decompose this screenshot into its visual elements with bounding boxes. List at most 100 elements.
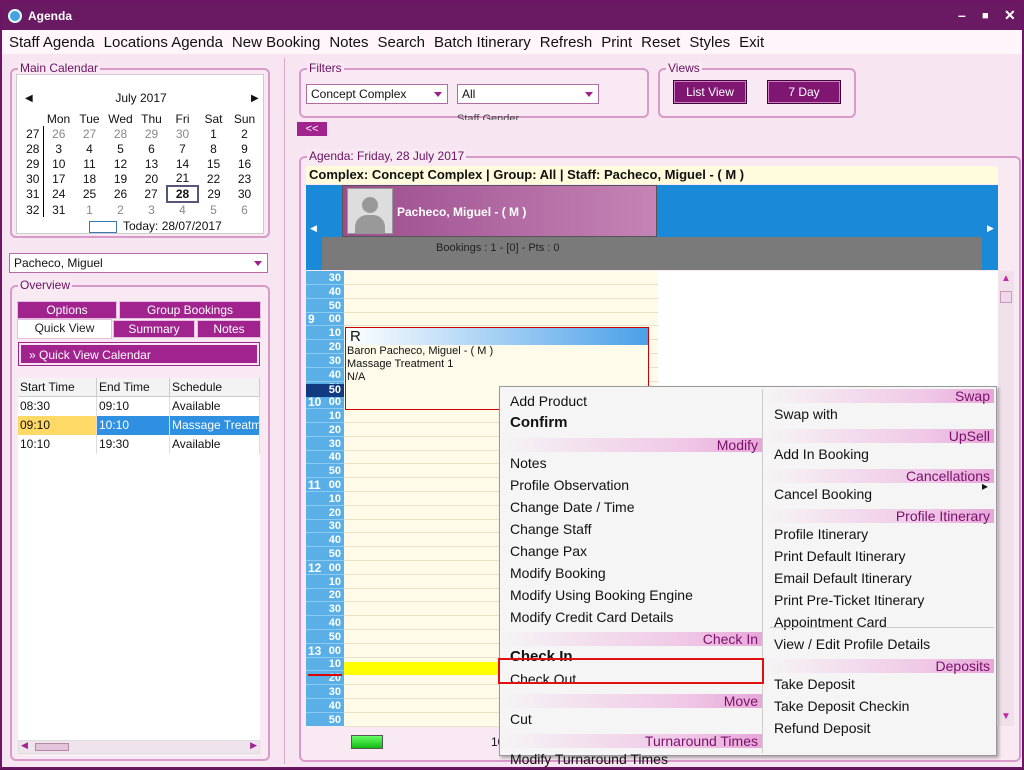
table-row[interactable]: 10:10 19:30 Available	[18, 435, 260, 454]
calendar-day[interactable]: 17	[43, 171, 74, 186]
menu-item[interactable]: Batch Itinerary	[434, 34, 531, 51]
menu-item-add-product[interactable]: Add Product	[510, 390, 587, 412]
scroll-up-icon[interactable]: ▲	[1001, 273, 1011, 284]
calendar-day[interactable]: 18	[74, 171, 105, 186]
calendar-day[interactable]: 11	[74, 156, 105, 171]
menu-item-view-edit-profile-details[interactable]: View / Edit Profile Details	[774, 633, 930, 655]
calendar-day[interactable]: 29	[136, 126, 167, 141]
menu-item-modify-credit-card-details[interactable]: Modify Credit Card Details	[510, 606, 673, 628]
tab-group-bookings[interactable]: Group Bookings	[119, 301, 261, 319]
calendar-day[interactable]: 20	[136, 171, 167, 186]
calendar-day[interactable]: 9	[229, 141, 260, 156]
calendar-day[interactable]: 1	[198, 126, 229, 141]
calendar-day[interactable]: 21	[167, 171, 198, 186]
complex-select[interactable]: Concept Complex	[306, 84, 448, 104]
next-staff-button[interactable]: ▶	[982, 185, 998, 270]
calendar-day[interactable]: 8	[198, 141, 229, 156]
menu-item-profile-observation[interactable]: Profile Observation	[510, 474, 629, 496]
calendar-day[interactable]: 3	[136, 202, 167, 217]
calendar-day[interactable]: 30	[229, 186, 260, 202]
menu-item[interactable]: Print	[601, 34, 632, 51]
menu-item-change-staff[interactable]: Change Staff	[510, 518, 591, 540]
scroll-left-icon[interactable]: ◀	[21, 740, 28, 751]
table-row[interactable]: 09:10 10:10 Massage Treatm	[18, 416, 260, 435]
menu-item-cancel-booking[interactable]: Cancel Booking	[774, 483, 872, 505]
collapse-panel-button[interactable]: <<	[297, 122, 327, 136]
menu-item[interactable]: Notes	[329, 34, 368, 51]
staff-select[interactable]: Pacheco, Miguel	[9, 253, 268, 273]
menu-item-modify-turnaround-times[interactable]: Modify Turnaround Times	[510, 748, 668, 770]
seven-day-button[interactable]: 7 Day	[767, 80, 841, 104]
menu-item-confirm[interactable]: Confirm	[510, 412, 568, 434]
scroll-right-icon[interactable]: ▶	[250, 740, 257, 751]
staff-card[interactable]: Pacheco, Miguel - ( M )	[342, 185, 657, 237]
quick-view-calendar-button[interactable]: » Quick View Calendar	[18, 342, 260, 366]
calendar-day[interactable]: 5	[105, 141, 136, 156]
tab-summary[interactable]: Summary	[113, 320, 195, 338]
calendar-day[interactable]: 2	[105, 202, 136, 217]
calendar-day[interactable]: 2	[229, 126, 260, 141]
scrollbar-thumb[interactable]	[1000, 291, 1012, 303]
scrollbar-thumb[interactable]	[35, 743, 69, 751]
column-header[interactable]: End Time	[97, 378, 170, 396]
menu-item[interactable]: Search	[378, 34, 426, 51]
tab-options[interactable]: Options	[17, 301, 117, 319]
tab-notes[interactable]: Notes	[197, 320, 261, 338]
menu-item[interactable]: Exit	[739, 34, 764, 51]
calendar-day[interactable]: 19	[105, 171, 136, 186]
column-header[interactable]: Schedule	[170, 378, 260, 396]
calendar-day[interactable]: 26	[105, 186, 136, 202]
menu-item[interactable]: Reset	[641, 34, 680, 51]
close-icon[interactable]: ✕	[1004, 7, 1016, 24]
tab-quick-view[interactable]: Quick View	[17, 319, 112, 339]
maximize-icon[interactable]: ■	[982, 10, 989, 22]
menu-item-print-pre-ticket-itinerary[interactable]: Print Pre-Ticket Itinerary	[774, 589, 924, 611]
menu-item-appointment-card[interactable]: Appointment Card	[774, 611, 887, 633]
list-view-button[interactable]: List View	[673, 80, 747, 104]
calendar-day[interactable]: 6	[136, 141, 167, 156]
calendar-day[interactable]: 3	[43, 141, 74, 156]
menu-item[interactable]: New Booking	[232, 34, 320, 51]
scroll-down-icon[interactable]: ▼	[1001, 711, 1011, 722]
prev-staff-button[interactable]: ◀	[306, 185, 322, 270]
calendar-day[interactable]: 10	[43, 156, 74, 171]
calendar-day[interactable]: 4	[74, 141, 105, 156]
menu-item-modify-booking[interactable]: Modify Booking	[510, 562, 606, 584]
calendar-day[interactable]: 28	[166, 185, 199, 203]
horizontal-scrollbar[interactable]: ◀ ▶	[18, 740, 260, 754]
next-month-icon[interactable]: ▶	[251, 93, 259, 104]
table-row[interactable]: 08:30 09:10 Available	[18, 397, 260, 416]
group-select[interactable]: All	[457, 84, 599, 104]
calendar-day[interactable]: 6	[229, 202, 260, 217]
calendar-day[interactable]: 29	[198, 186, 229, 202]
calendar-day[interactable]: 7	[167, 141, 198, 156]
calendar-day[interactable]: 16	[229, 156, 260, 171]
menu-item-add-in-booking[interactable]: Add In Booking	[774, 443, 869, 465]
calendar-day[interactable]: 23	[229, 171, 260, 186]
calendar-day[interactable]: 30	[167, 126, 198, 141]
calendar-day[interactable]: 4	[167, 202, 198, 217]
menu-item-refund-deposit[interactable]: Refund Deposit	[774, 717, 871, 739]
calendar-day[interactable]: 13	[136, 156, 167, 171]
menu-item-change-date-time[interactable]: Change Date / Time	[510, 496, 635, 518]
minimize-icon[interactable]: –	[958, 7, 966, 23]
menu-item[interactable]: Refresh	[540, 34, 593, 51]
menu-item-cut[interactable]: Cut	[510, 708, 532, 730]
calendar-day[interactable]: 27	[136, 186, 167, 202]
menu-item-swap-with[interactable]: Swap with	[774, 403, 838, 425]
calendar-day[interactable]: 25	[74, 186, 105, 202]
calendar-day[interactable]: 26	[43, 126, 74, 141]
calendar-day[interactable]: 5	[198, 202, 229, 217]
calendar-day[interactable]: 12	[105, 156, 136, 171]
menu-item[interactable]: Staff Agenda	[9, 34, 95, 51]
calendar-day[interactable]: 1	[74, 202, 105, 217]
menu-item-take-deposit[interactable]: Take Deposit	[774, 673, 855, 695]
menu-item-profile-itinerary[interactable]: Profile Itinerary	[774, 523, 868, 545]
calendar-day[interactable]: 14	[167, 156, 198, 171]
menu-item-email-default-itinerary[interactable]: Email Default Itinerary	[774, 567, 912, 589]
vertical-scrollbar[interactable]: ▲ ▼	[998, 271, 1014, 726]
calendar-day[interactable]: 31	[43, 202, 74, 217]
calendar-day[interactable]: 28	[105, 126, 136, 141]
calendar-grid[interactable]: Mon Tue Wed Thu Fri Sat Sun 27 26 27 28 29 30 1 2 28 3 4 5…	[23, 111, 261, 217]
menu-item-modify-using-booking-engine[interactable]: Modify Using Booking Engine	[510, 584, 693, 606]
